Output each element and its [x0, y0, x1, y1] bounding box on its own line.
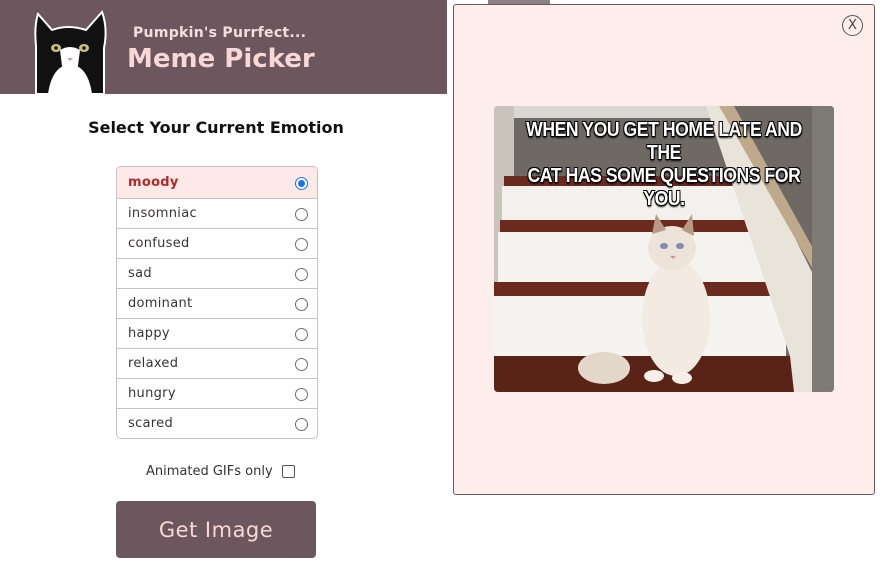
emotion-radio[interactable]	[295, 327, 308, 341]
emotion-label: relaxed	[128, 356, 179, 371]
meme-modal: X WHEN YOU GET HOME LATE AND THE CAT HAS…	[453, 4, 875, 495]
emotion-label: sad	[128, 266, 152, 281]
emotion-label: dominant	[128, 296, 193, 311]
meme-caption: WHEN YOU GET HOME LATE AND THE CAT HAS S…	[514, 119, 813, 211]
emotion-radio[interactable]	[295, 237, 308, 251]
emotion-option-sad[interactable]: sad	[117, 258, 317, 288]
close-modal-button[interactable]: X	[842, 15, 863, 36]
emotion-radio-list: moody insomniac confused sad dominant ha…	[116, 166, 318, 439]
emotion-option-happy[interactable]: happy	[117, 318, 317, 348]
gif-filter-label: Animated GIFs only	[146, 464, 273, 479]
emotion-option-insomniac[interactable]: insomniac	[117, 198, 317, 228]
emotion-option-relaxed[interactable]: relaxed	[117, 348, 317, 378]
emotion-radio[interactable]	[295, 357, 308, 371]
emotion-label: insomniac	[128, 206, 197, 221]
app-header: Pumpkin's Purrfect... Meme Picker	[0, 0, 447, 94]
emotion-option-hungry[interactable]: hungry	[117, 378, 317, 408]
emotion-label: scared	[128, 416, 173, 431]
emotion-radio[interactable]	[295, 387, 308, 401]
emotion-option-moody[interactable]: moody	[117, 167, 317, 198]
gif-filter-row: Animated GIFs only	[146, 464, 295, 479]
meme-caption-line-1: WHEN YOU GET HOME LATE AND THE	[526, 119, 802, 164]
emotion-heading: Select Your Current Emotion	[88, 118, 344, 137]
gif-filter-checkbox[interactable]	[281, 465, 295, 478]
meme-image: WHEN YOU GET HOME LATE AND THE CAT HAS S…	[494, 106, 834, 392]
emotion-radio[interactable]	[295, 176, 308, 190]
emotion-radio[interactable]	[295, 417, 308, 431]
emotion-label: hungry	[128, 386, 176, 401]
emotion-option-dominant[interactable]: dominant	[117, 288, 317, 318]
get-image-button[interactable]: Get Image	[116, 501, 316, 558]
emotion-option-scared[interactable]: scared	[117, 408, 317, 438]
cat-logo-icon	[34, 10, 107, 94]
emotion-label: happy	[128, 326, 170, 341]
emotion-radio[interactable]	[295, 267, 308, 281]
emotion-radio[interactable]	[295, 207, 308, 221]
emotion-label: moody	[128, 175, 179, 190]
emotion-radio[interactable]	[295, 297, 308, 311]
emotion-option-confused[interactable]: confused	[117, 228, 317, 258]
app-subtitle: Pumpkin's Purrfect...	[133, 25, 307, 41]
app-title: Meme Picker	[127, 44, 315, 74]
emotion-label: confused	[128, 236, 190, 251]
meme-caption-line-2: CAT HAS SOME QUESTIONS FOR YOU.	[527, 165, 801, 210]
